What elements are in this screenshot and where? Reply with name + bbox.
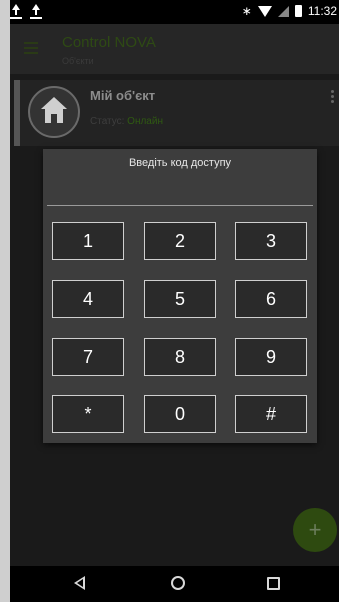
key-5[interactable]: 5 <box>144 280 216 318</box>
bluetooth-icon: ∗ <box>241 4 252 18</box>
upload-icon <box>10 4 22 20</box>
key-1[interactable]: 1 <box>52 222 124 260</box>
object-card[interactable]: Мій об'єкт Статус: Онлайн <box>14 80 339 146</box>
key-0[interactable]: 0 <box>144 395 216 433</box>
object-status: Статус: Онлайн <box>90 116 163 127</box>
card-accent-bar <box>14 80 20 146</box>
home-icon[interactable] <box>171 576 185 590</box>
home-avatar-icon <box>28 86 80 138</box>
dialog-title: Введіть код доступу <box>128 157 232 169</box>
key-8[interactable]: 8 <box>144 338 216 376</box>
key-9[interactable]: 9 <box>235 338 307 376</box>
wifi-icon <box>257 5 272 17</box>
access-code-dialog: Введіть код доступу 1 2 3 4 5 6 7 8 9 * … <box>43 149 317 443</box>
battery-icon <box>294 5 302 17</box>
key-3[interactable]: 3 <box>235 222 307 260</box>
phone-screen: ∗ 11:32 Control NOVA Об'єкти Мій об'єкт … <box>0 0 339 602</box>
system-nav-bar <box>10 566 339 602</box>
status-value: Онлайн <box>127 116 163 127</box>
app-subtitle: Об'єкти <box>62 56 94 66</box>
key-4[interactable]: 4 <box>52 280 124 318</box>
back-icon[interactable] <box>74 576 85 590</box>
status-bar: ∗ 11:32 <box>10 0 339 24</box>
access-code-input[interactable] <box>47 173 313 205</box>
code-input-underline <box>47 205 313 206</box>
app-title: Control NOVA <box>62 34 156 51</box>
status-time: 11:32 <box>307 4 337 18</box>
upload-icon <box>30 4 42 20</box>
object-name: Мій об'єкт <box>90 88 156 103</box>
add-object-button[interactable]: + <box>293 508 337 552</box>
recent-apps-icon[interactable] <box>267 577 280 590</box>
status-indicators: ∗ 11:32 <box>242 4 337 18</box>
hamburger-menu-icon[interactable] <box>24 42 38 54</box>
status-label: Статус: <box>90 116 125 127</box>
key-star[interactable]: * <box>52 395 124 433</box>
app-bar: Control NOVA Об'єкти <box>10 24 339 74</box>
signal-icon <box>277 5 289 17</box>
more-options-icon[interactable] <box>331 90 335 105</box>
left-edge-strip <box>0 0 10 602</box>
key-hash[interactable]: # <box>235 395 307 433</box>
key-2[interactable]: 2 <box>144 222 216 260</box>
app-content: ∗ 11:32 Control NOVA Об'єкти Мій об'єкт … <box>10 0 339 602</box>
key-6[interactable]: 6 <box>235 280 307 318</box>
key-7[interactable]: 7 <box>52 338 124 376</box>
notification-icons <box>10 4 42 20</box>
